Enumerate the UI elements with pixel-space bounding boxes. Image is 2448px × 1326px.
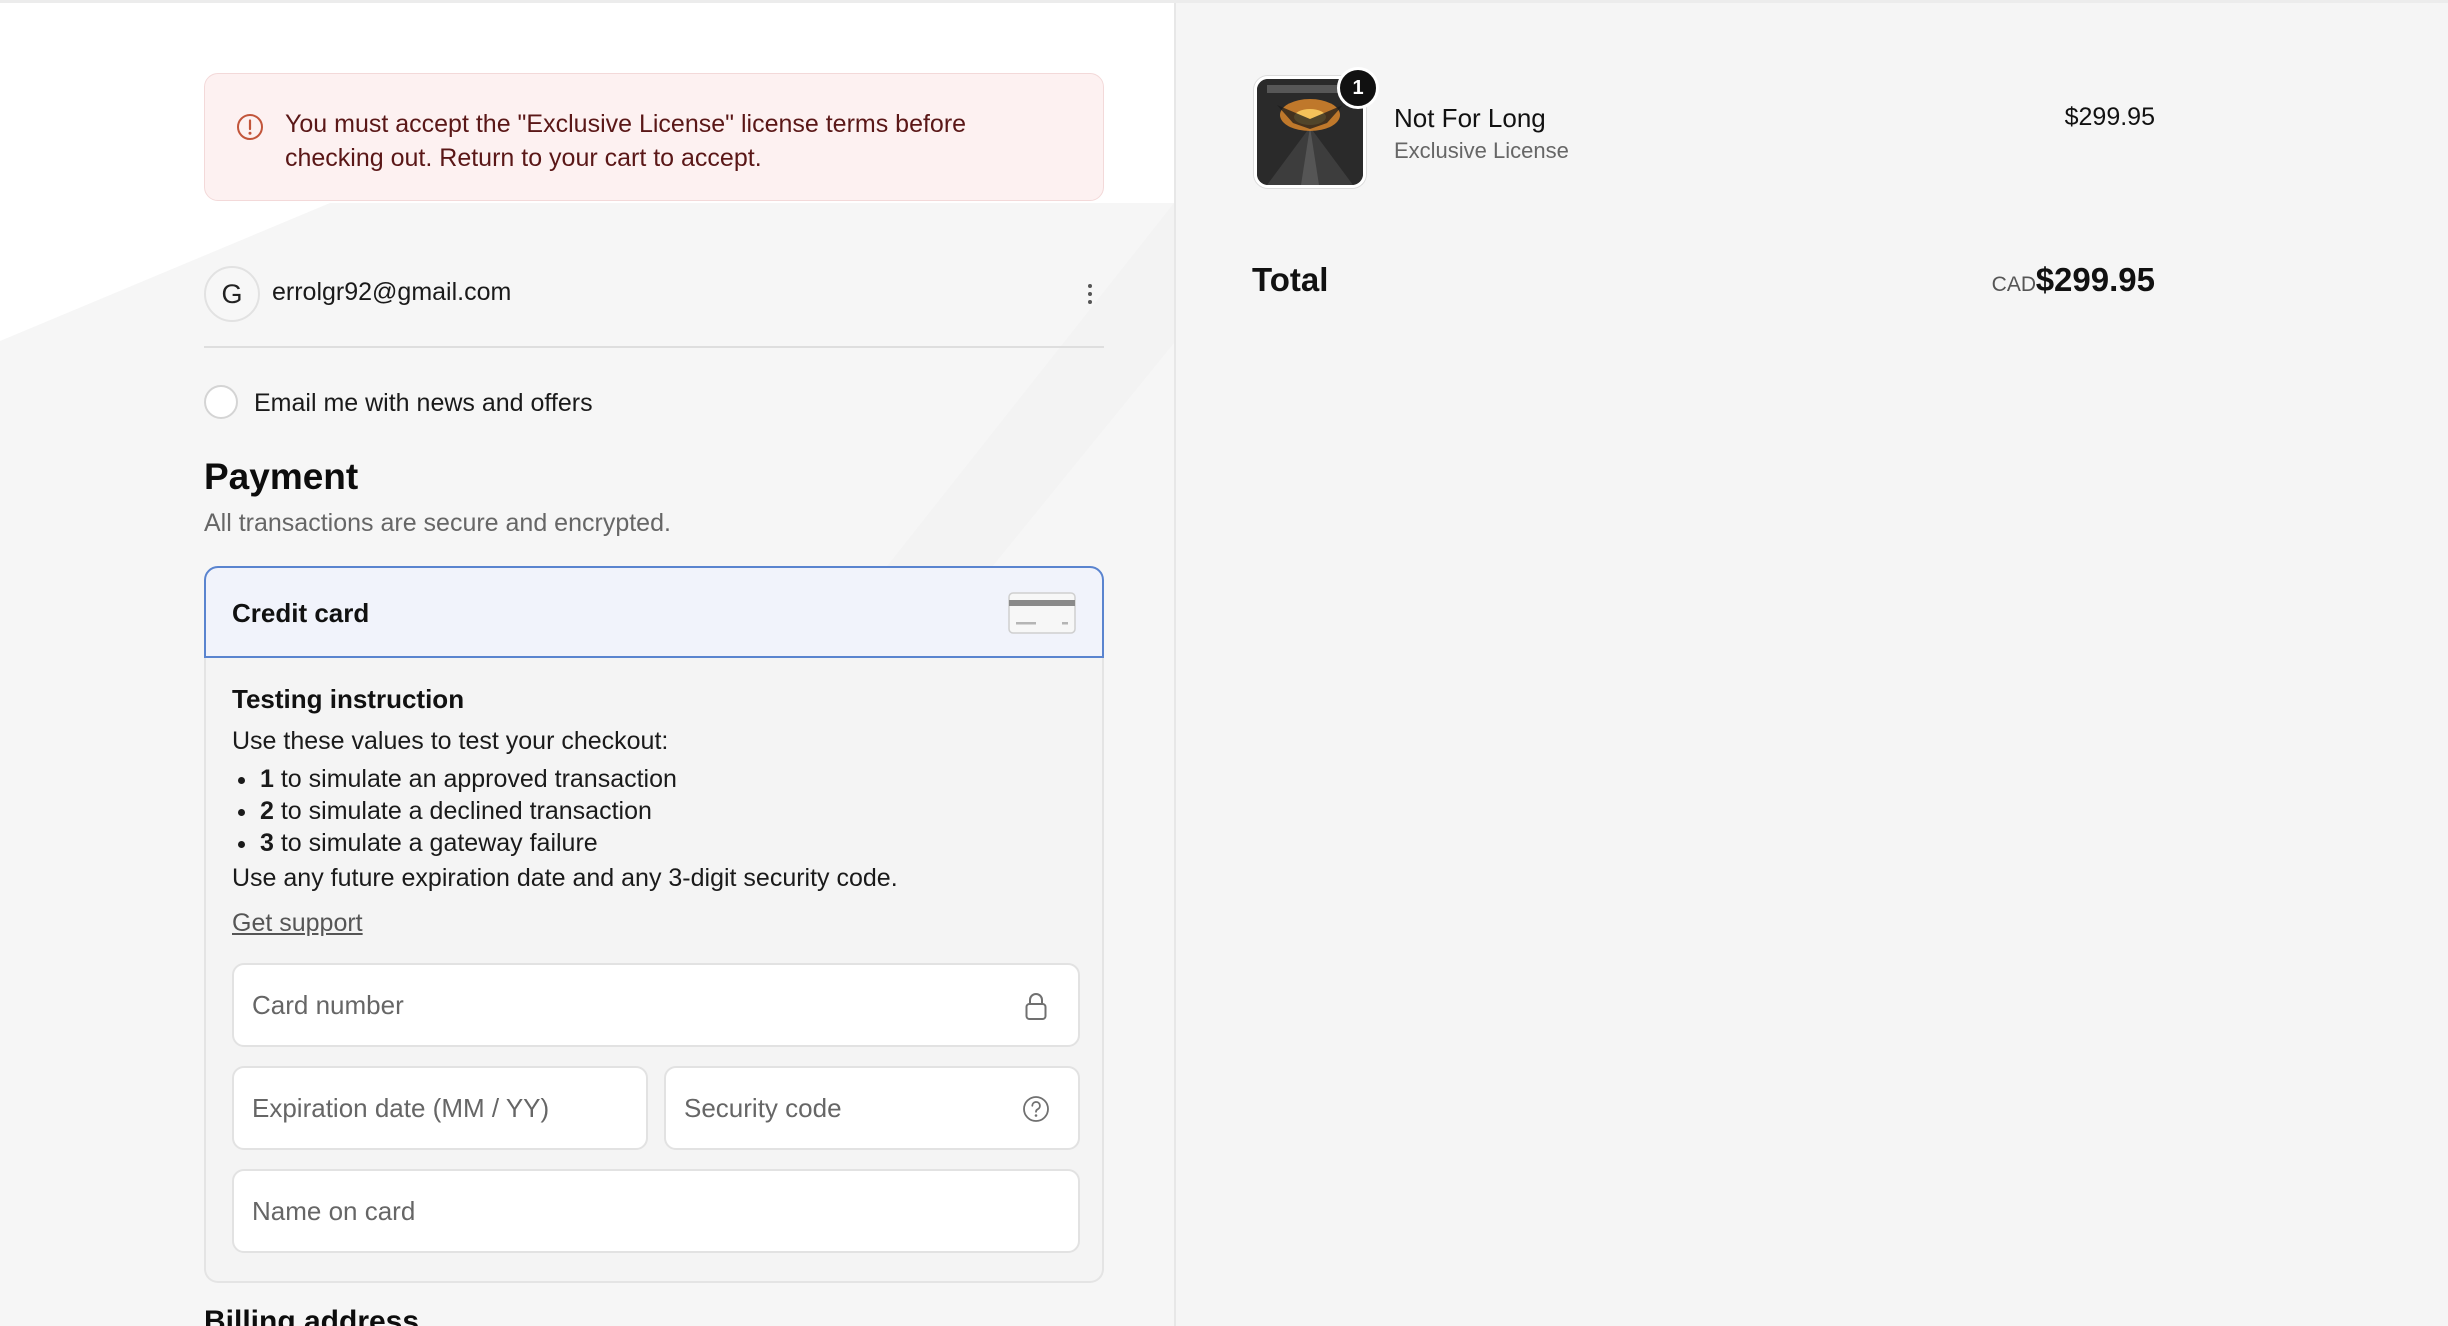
name-on-card-input[interactable] [234,1171,1078,1251]
news-optin[interactable]: Email me with news and offers [204,385,1104,421]
credit-card-option[interactable]: Credit card [204,566,1104,658]
account-email: errolgr92@gmail.com [272,278,512,306]
list-item: 2 to simulate a declined transaction [232,795,677,827]
checkout-main: You must accept the "Exclusive License" … [0,3,1174,1326]
list-item: 3 to simulate a gateway failure [232,827,677,859]
credit-card-label: Credit card [232,598,370,628]
order-summary: 1 Not For Long Exclusive License $299.95… [1174,3,2448,1326]
help-circle-icon[interactable] [1022,1094,1050,1124]
news-checkbox[interactable] [204,385,238,419]
security-code-field[interactable] [664,1066,1080,1150]
total-label: Total [1252,261,1329,298]
billing-address-title: Billing address [204,1305,420,1326]
testing-instruction-list: 1 to simulate an approved transaction 2 … [232,763,677,859]
news-checkbox-label[interactable]: Email me with news and offers [254,389,593,418]
avatar: G [204,266,260,322]
lock-icon [1025,993,1047,1020]
quantity-badge: 1 [1337,67,1379,109]
get-support-link[interactable]: Get support [232,909,363,938]
payment-subtitle: All transactions are secure and encrypte… [204,509,671,537]
expiration-date-input[interactable] [234,1068,646,1148]
expiration-date-field[interactable] [232,1066,648,1150]
product-price: $299.95 [2064,103,2155,131]
more-options-icon[interactable] [1084,280,1096,310]
security-code-input[interactable] [666,1068,1078,1148]
card-number-input[interactable] [234,965,1078,1045]
testing-instruction-outro: Use any future expiration date and any 3… [232,864,898,892]
credit-card-icon [1008,592,1076,634]
account-row: G errolgr92@gmail.com [204,266,1104,348]
testing-instruction-intro: Use these values to test your checkout: [232,727,669,755]
product-name: Not For Long [1394,103,1546,133]
credit-card-panel: Testing instruction Use these values to … [204,658,1104,1283]
total-amount: $299.95 [2035,261,2155,298]
testing-instruction-title: Testing instruction [232,684,465,714]
card-number-field[interactable] [232,963,1080,1047]
warning-circle-icon [237,114,263,140]
list-item: 1 to simulate an approved transaction [232,763,677,795]
total-currency: CAD [1991,273,2036,296]
alert-message: You must accept the "Exclusive License" … [285,110,967,172]
name-on-card-field[interactable] [232,1169,1080,1253]
product-variant: Exclusive License [1394,138,1569,163]
payment-title: Payment [204,456,359,497]
license-alert: You must accept the "Exclusive License" … [204,73,1104,201]
